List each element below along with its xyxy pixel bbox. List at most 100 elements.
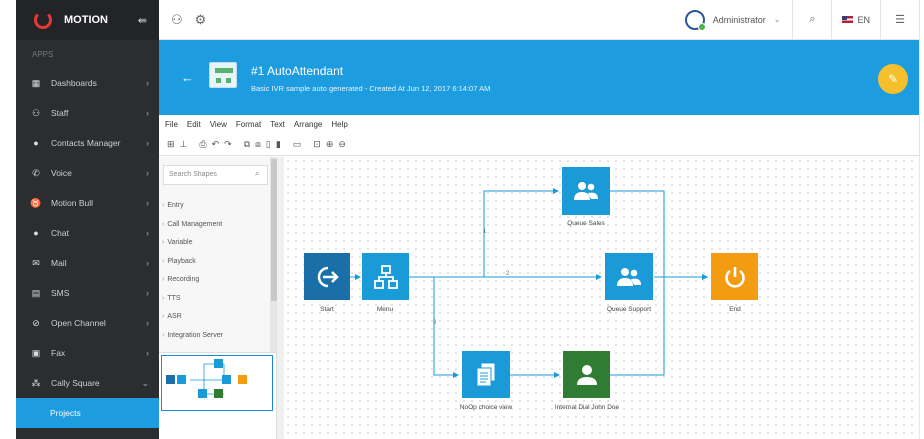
- category-asr[interactable]: ASR: [159, 308, 271, 327]
- menu-file[interactable]: File: [165, 120, 178, 129]
- avatar[interactable]: [684, 9, 706, 31]
- duplicate-icon[interactable]: ⧈: [255, 139, 261, 150]
- node-label-internal-dial: Internal Dial John Doe: [554, 404, 620, 411]
- paste-icon[interactable]: ▯: [266, 139, 271, 150]
- sidebar-item-sms[interactable]: ▤ SMS ›: [16, 278, 159, 308]
- search-icon[interactable]: ⌕: [793, 13, 831, 26]
- node-queue-support[interactable]: [605, 253, 653, 300]
- menu-help[interactable]: Help: [331, 120, 347, 129]
- sidebar-item-motion-bull[interactable]: ♉ Motion Bull ›: [16, 188, 159, 218]
- category-call-management[interactable]: Call Management: [159, 216, 271, 235]
- menu-text[interactable]: Text: [270, 120, 285, 129]
- category-playback[interactable]: Playback: [159, 253, 271, 272]
- menu-edit[interactable]: Edit: [187, 120, 201, 129]
- chevron-right-icon: ›: [146, 78, 149, 88]
- collapse-sidebar-icon[interactable]: ⇚: [138, 14, 147, 27]
- copy-icon[interactable]: ⧉: [244, 139, 250, 150]
- sidebar-subitem-odbc[interactable]: ODBC: [16, 428, 159, 439]
- node-label-noop: NoOp choice view: [459, 404, 513, 411]
- sidebar-item-staff[interactable]: ⚇ Staff ›: [16, 98, 159, 128]
- language-selector[interactable]: EN: [832, 15, 880, 25]
- motion-logo-icon: [34, 11, 52, 29]
- category-integration-server[interactable]: Integration Server: [159, 327, 271, 346]
- sidebar-item-label: SMS: [51, 288, 70, 298]
- category-entry[interactable]: Entry: [159, 197, 271, 216]
- sidebar-item-fax[interactable]: ▣ Fax ›: [16, 338, 159, 368]
- motion-bull-icon: ♉: [30, 197, 42, 208]
- sidebar-item-cally-square[interactable]: ⁂ Cally Square ⌄: [16, 368, 159, 398]
- chevron-right-icon: ›: [146, 108, 149, 118]
- redo-icon[interactable]: ↷: [224, 139, 232, 150]
- user-name[interactable]: Administrator: [713, 15, 766, 25]
- online-status-icon: [697, 22, 706, 31]
- diagram-canvas[interactable]: 1 2 3 Start Menu Queue Sales Queue Suppo…: [284, 157, 919, 439]
- edge-label-2: 2: [506, 271, 510, 277]
- edit-fab-button[interactable]: ✎: [878, 64, 908, 94]
- export-icon[interactable]: ⊥: [180, 139, 188, 150]
- panel-divider[interactable]: [277, 157, 284, 439]
- project-diagram-icon: [209, 62, 237, 88]
- menu-view[interactable]: View: [210, 120, 227, 129]
- sidebar-item-contacts-manager[interactable]: ● Contacts Manager ›: [16, 128, 159, 158]
- node-internal-dial[interactable]: [563, 351, 610, 398]
- sidebar-item-dashboards[interactable]: ▦ Dashboards ›: [16, 68, 159, 98]
- top-bar-right: Administrator ⌄ ⌕ EN ☰: [684, 0, 919, 40]
- node-start[interactable]: [304, 253, 350, 300]
- chevron-right-icon: ›: [146, 198, 149, 208]
- app-root: MOTION ⇚ APPS ▦ Dashboards › ⚇ Staff › ●…: [0, 0, 924, 439]
- node-noop[interactable]: [462, 351, 510, 398]
- chevron-down-icon[interactable]: ⌄: [774, 15, 781, 24]
- save-icon[interactable]: ⊞: [167, 139, 175, 150]
- diagram-overview[interactable]: [159, 352, 277, 439]
- exit-arrow-icon: [317, 266, 339, 287]
- sidebar-subitem-projects[interactable]: Projects: [16, 398, 159, 428]
- print-icon[interactable]: ⎙: [199, 139, 206, 150]
- fax-icon: ▣: [31, 347, 41, 358]
- menu-format[interactable]: Format: [236, 120, 261, 129]
- sidebar: MOTION ⇚ APPS ▦ Dashboards › ⚇ Staff › ●…: [16, 0, 159, 439]
- users-icon[interactable]: ⚇: [171, 12, 183, 28]
- zoom-out-icon[interactable]: ⊖: [338, 139, 346, 150]
- fill-icon[interactable]: ▭: [293, 139, 302, 150]
- sidebar-item-label: Chat: [51, 228, 69, 238]
- category-recording[interactable]: Recording: [159, 271, 271, 290]
- documents-icon: [476, 362, 496, 386]
- sidebar-item-chat[interactable]: ● Chat ›: [16, 218, 159, 248]
- gear-icon[interactable]: ⚙: [195, 12, 207, 28]
- sidebar-item-label: Fax: [51, 348, 66, 358]
- category-tts[interactable]: TTS: [159, 290, 271, 309]
- sidebar-item-label: Staff: [51, 108, 69, 118]
- window-edge: [919, 0, 924, 439]
- sidebar-item-open-channel[interactable]: ⊘ Open Channel ›: [16, 308, 159, 338]
- delete-icon[interactable]: ▮: [276, 139, 281, 150]
- user-icon: [576, 364, 597, 385]
- search-shapes-input[interactable]: Search Shapes: [163, 165, 268, 185]
- chevron-right-icon: ›: [146, 348, 149, 358]
- node-menu[interactable]: [362, 253, 409, 300]
- chevron-right-icon: ›: [146, 138, 149, 148]
- edge-label-1: 1: [483, 229, 487, 235]
- list-menu-icon[interactable]: ☰: [881, 13, 919, 26]
- node-end[interactable]: [711, 253, 758, 300]
- undo-icon[interactable]: ↶: [212, 139, 220, 150]
- node-queue-sales[interactable]: [562, 167, 610, 215]
- shape-categories: Entry Call Management Variable Playback …: [159, 197, 271, 345]
- sidebar-item-mail[interactable]: ✉ Mail ›: [16, 248, 159, 278]
- top-bar: ⚇ ⚙ Administrator ⌄ ⌕ EN ☰: [159, 0, 919, 40]
- brand-bar: MOTION ⇚: [16, 0, 159, 40]
- sidebar-item-voice[interactable]: ✆ Voice ›: [16, 158, 159, 188]
- fit-page-icon[interactable]: ⊡: [313, 139, 321, 150]
- back-arrow-icon[interactable]: ←: [181, 70, 194, 85]
- dashboard-icon: ▦: [31, 77, 41, 88]
- zoom-in-icon[interactable]: ⊕: [326, 139, 334, 150]
- edge-label-3: 3: [433, 320, 437, 326]
- overview-viewport[interactable]: [161, 355, 273, 411]
- sitemap-icon: [373, 264, 398, 289]
- category-variable[interactable]: Variable: [159, 234, 271, 253]
- sidebar-item-label: Contacts Manager: [51, 138, 121, 148]
- open-channel-icon: ⊘: [32, 317, 40, 328]
- apps-section-label: APPS: [32, 50, 54, 59]
- project-header: ← #1 AutoAttendant Basic IVR sample auto…: [159, 40, 919, 115]
- search-icon[interactable]: ⌕: [255, 169, 270, 179]
- menu-arrange[interactable]: Arrange: [294, 120, 322, 129]
